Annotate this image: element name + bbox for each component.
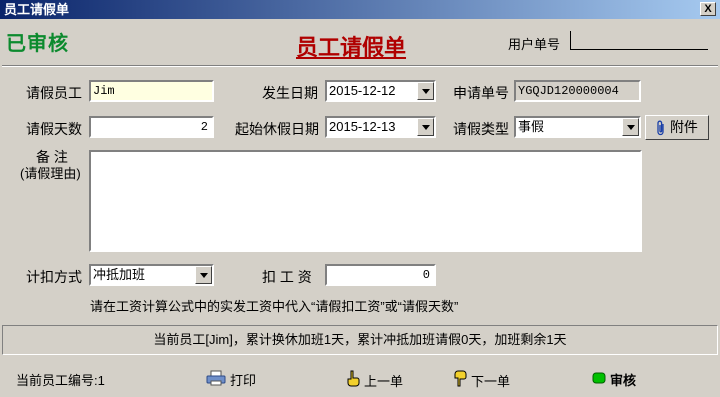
occur-date-dropdown-icon[interactable] [417, 82, 434, 100]
hand-up-icon [346, 370, 360, 390]
hint-text: 请在工资计算公式中的实发工资中代入“请假扣工资”或“请假天数” [90, 299, 459, 314]
start-date-value: 2015-12-13 [329, 119, 396, 134]
leave-type-dropdown-icon[interactable] [622, 118, 639, 136]
printer-icon [206, 370, 226, 389]
deduct-method-value: 冲抵加班 [93, 267, 146, 282]
remark-sublabel: (请假理由) [20, 166, 81, 181]
leave-type-value: 事假 [518, 119, 545, 134]
prev-button[interactable]: 上一单 [346, 370, 403, 390]
deduct-pay-field[interactable]: 0 [325, 264, 436, 286]
user-no-input[interactable] [570, 31, 708, 50]
audit-label: 审核 [610, 373, 637, 388]
approved-stamp: 已审核 [6, 31, 69, 55]
window-title: 员工请假单 [4, 2, 70, 17]
user-no-label: 用户单号 [508, 37, 561, 52]
header-divider [2, 65, 718, 67]
attach-button[interactable]: 附件 [645, 115, 709, 140]
start-date-label: 起始休假日期 [235, 121, 319, 137]
apply-no-label: 申请单号 [453, 85, 509, 101]
deduct-pay-label: 扣 工 资 [262, 269, 312, 285]
current-employee-no-text: 当前员工编号:1 [16, 373, 105, 388]
start-date-dropdown-icon[interactable] [417, 118, 434, 136]
form-body: 已审核 员工请假单 用户单号 请假员工 Jim 发生日期 2015-12-12 … [0, 19, 720, 397]
hand-down-icon [453, 370, 467, 390]
attach-label: 附件 [669, 119, 698, 135]
start-date-picker[interactable]: 2015-12-13 [325, 116, 436, 138]
remark-textarea[interactable] [89, 150, 642, 252]
next-button[interactable]: 下一单 [453, 370, 510, 390]
print-label: 打印 [230, 373, 257, 388]
apply-no-field: YGQJD120000004 [514, 80, 641, 102]
current-employee-no: 当前员工编号:1 [16, 370, 105, 389]
leave-type-label: 请假类型 [453, 121, 509, 137]
prev-label: 上一单 [364, 373, 404, 389]
form-title: 员工请假单 [296, 35, 407, 61]
audit-button[interactable]: 审核 [592, 370, 636, 389]
deduct-method-select[interactable]: 冲抵加班 [89, 264, 214, 286]
deduct-method-label: 计扣方式 [26, 269, 82, 285]
green-led-icon [592, 372, 606, 387]
employee-label: 请假员工 [26, 85, 82, 101]
occur-date-value: 2015-12-12 [329, 83, 396, 98]
leave-type-select[interactable]: 事假 [514, 116, 641, 138]
days-field[interactable]: 2 [89, 116, 214, 138]
occur-date-label: 发生日期 [262, 85, 318, 101]
days-label: 请假天数 [26, 121, 82, 137]
close-button[interactable]: X [700, 2, 716, 16]
employee-field[interactable]: Jim [89, 80, 214, 102]
window-titlebar: 员工请假单 X [0, 0, 720, 19]
occur-date-picker[interactable]: 2015-12-12 [325, 80, 436, 102]
next-label: 下一单 [471, 373, 511, 389]
deduct-method-dropdown-icon[interactable] [195, 266, 212, 284]
paperclip-icon [656, 116, 666, 138]
status-bar: 当前员工[Jim]，累计换休加班1天，累计冲抵加班请假0天，加班剩余1天 [2, 325, 718, 355]
print-button[interactable]: 打印 [206, 370, 256, 389]
